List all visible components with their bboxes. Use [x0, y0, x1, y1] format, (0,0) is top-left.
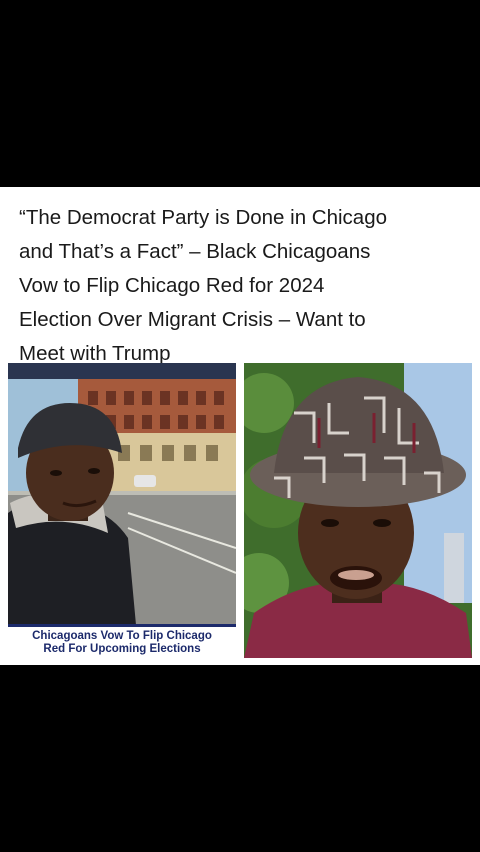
street-scene-illustration — [8, 363, 236, 658]
video-frame: “The Democrat Party is Done in Chicago a… — [0, 0, 480, 852]
left-photo: Chicagoans Vow To Flip Chicago Red For U… — [8, 363, 236, 658]
post-headline: “The Democrat Party is Done in Chicago a… — [19, 206, 388, 365]
photo-caption: Chicagoans Vow To Flip Chicago Red For U… — [8, 624, 236, 658]
right-photo — [244, 363, 472, 658]
bucket-hat-man-illustration — [244, 363, 472, 658]
